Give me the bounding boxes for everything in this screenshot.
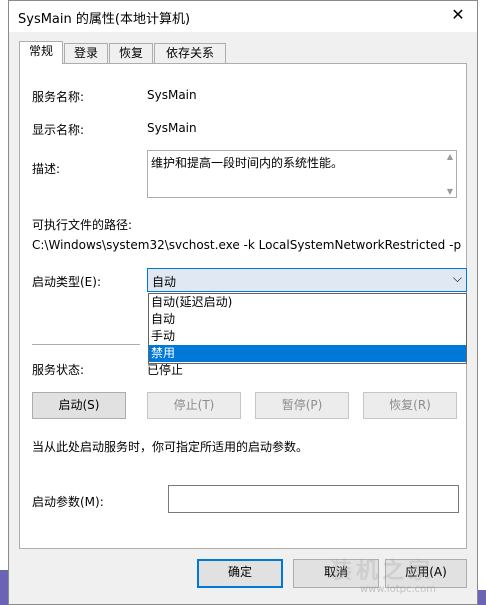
background-window-left (0, 0, 8, 570)
title-bar: SysMain 的属性(本地计算机) ✕ (9, 1, 477, 32)
stop-button[interactable]: 停止(T) (147, 392, 241, 419)
exe-path-value: C:\Windows\system32\svchost.exe -k Local… (32, 238, 462, 252)
display-name-value: SysMain (147, 121, 197, 135)
startup-type-dropdown: 自动(延迟启动) 自动 手动 禁用 (148, 293, 467, 364)
properties-dialog: SysMain 的属性(本地计算机) ✕ 常规 登录 恢复 依存关系 服务名称:… (8, 0, 478, 605)
background-window-right (478, 0, 486, 590)
description-scrollbar[interactable]: ▲ ▼ (444, 151, 456, 197)
watermark-url: www.lotpc.com (360, 584, 436, 595)
general-tab-panel: 服务名称: SysMain 显示名称: SysMain 描述: 维护和提高一段时… (19, 63, 467, 549)
dropdown-option-delayed[interactable]: 自动(延迟启动) (149, 294, 466, 311)
tab-recovery[interactable]: 恢复 (109, 43, 153, 63)
description-label: 描述: (32, 162, 61, 176)
resume-button[interactable]: 恢复(R) (363, 392, 457, 419)
dropdown-option-disabled[interactable]: 禁用 (149, 345, 466, 362)
scroll-up-icon[interactable]: ▲ (445, 152, 455, 161)
start-params-label: 启动参数(M): (32, 495, 104, 509)
service-name-value: SysMain (147, 88, 197, 102)
startup-type-value: 自动 (152, 275, 177, 289)
window-title: SysMain 的属性(本地计算机) (18, 12, 191, 27)
ok-button[interactable]: 确定 (197, 559, 283, 588)
watermark-logo: 装机之家 (330, 559, 435, 584)
scroll-down-icon[interactable]: ▼ (445, 187, 455, 196)
dropdown-option-automatic[interactable]: 自动 (149, 311, 466, 328)
startup-type-label: 启动类型(E): (32, 275, 101, 289)
divider (32, 344, 140, 345)
startup-type-select[interactable]: 自动 ⌵ (147, 268, 467, 292)
chevron-down-icon: ⌵ (452, 271, 462, 285)
service-status-label: 服务状态: (32, 363, 85, 377)
description-text: 维护和提高一段时间内的系统性能。 (151, 156, 344, 170)
close-icon[interactable]: ✕ (447, 4, 469, 26)
display-name-label: 显示名称: (32, 123, 85, 137)
description-textbox[interactable]: 维护和提高一段时间内的系统性能。 ▲ ▼ (147, 150, 457, 198)
start-params-input[interactable] (168, 485, 459, 513)
service-name-label: 服务名称: (32, 90, 85, 104)
dropdown-option-manual[interactable]: 手动 (149, 328, 466, 345)
tab-logon[interactable]: 登录 (64, 43, 108, 63)
start-button[interactable]: 启动(S) (32, 392, 126, 419)
pause-button[interactable]: 暂停(P) (255, 392, 349, 419)
start-params-hint: 当从此处启动服务时，你可指定所适用的启动参数。 (32, 440, 309, 454)
tab-general[interactable]: 常规 (19, 41, 63, 64)
tab-dependencies[interactable]: 依存关系 (154, 43, 226, 63)
exe-path-label: 可执行文件的路径: (32, 218, 133, 232)
